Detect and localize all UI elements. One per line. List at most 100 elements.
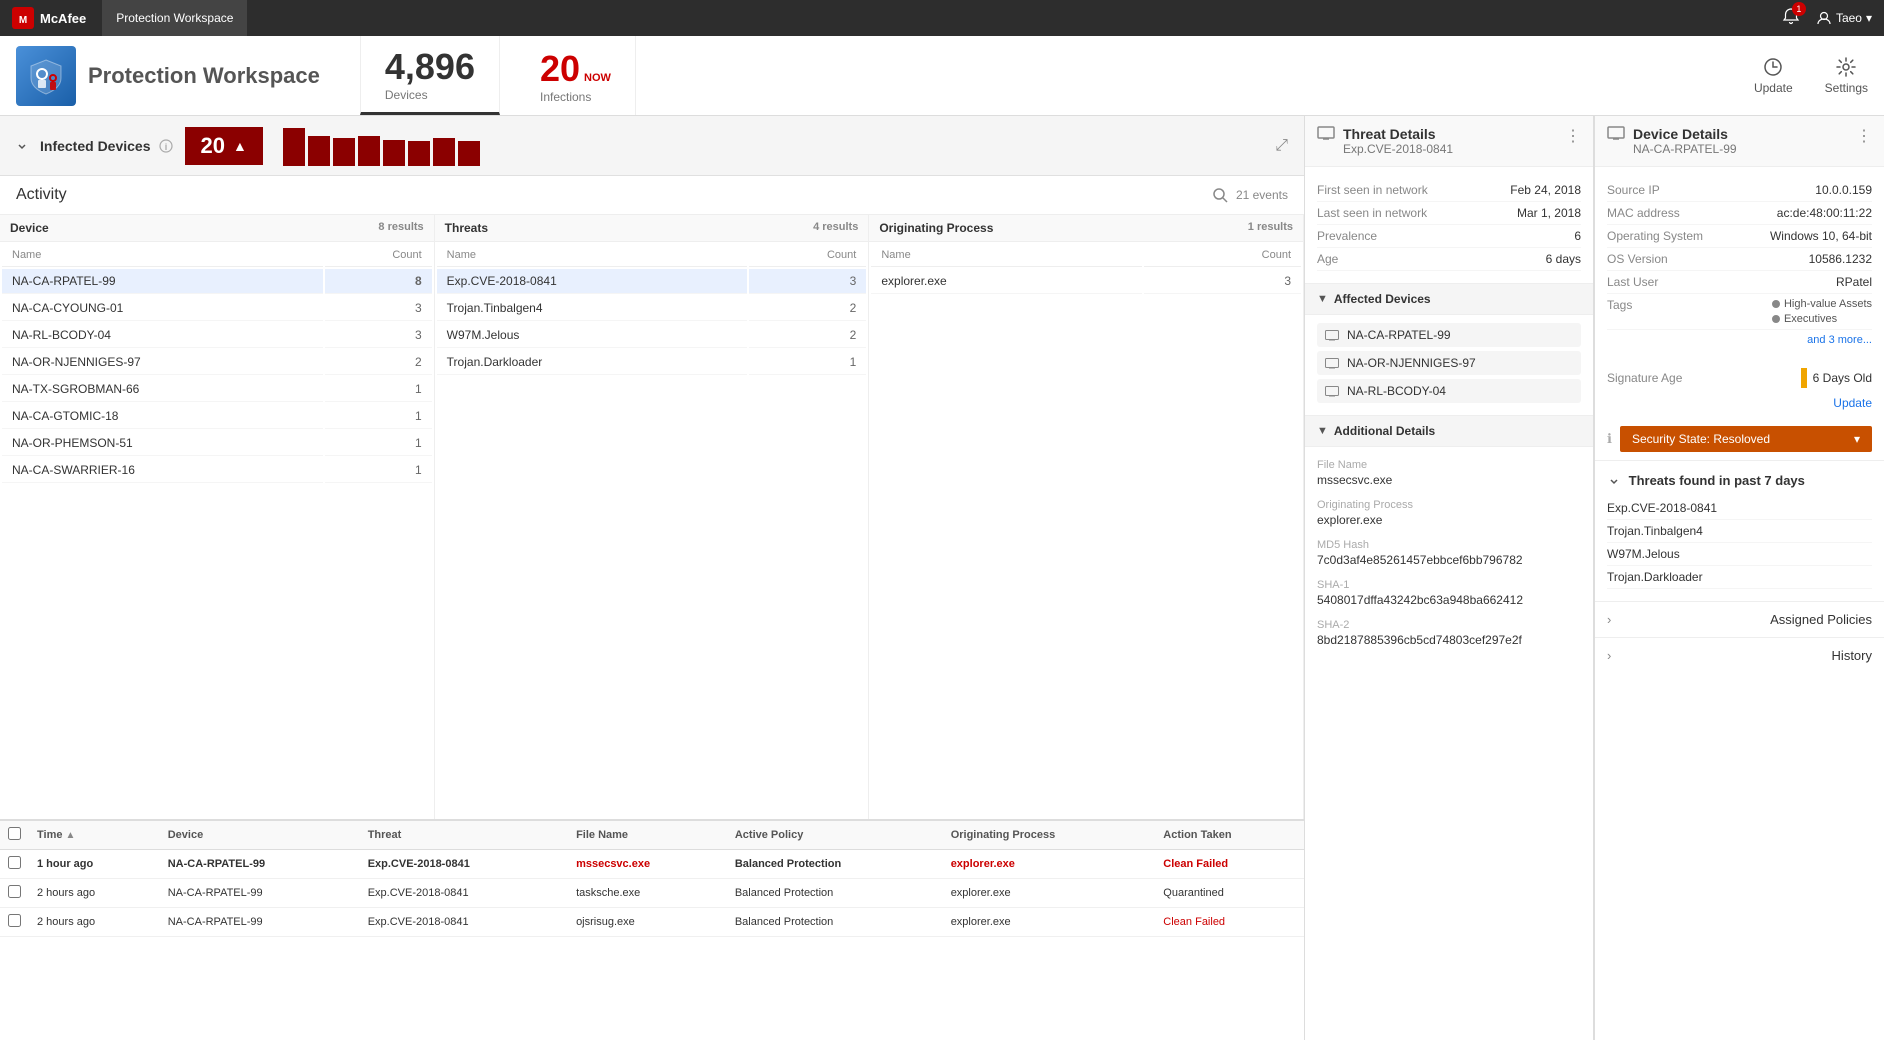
security-state-button[interactable]: Security State: Resoloved ▾ xyxy=(1620,426,1872,452)
log-policy-header: Active Policy xyxy=(727,821,943,850)
md5-label: MD5 Hash xyxy=(1317,539,1581,551)
history-section[interactable]: › History xyxy=(1595,637,1884,673)
brand-logo: M McAfee xyxy=(12,7,86,29)
log-row[interactable]: 1 hour ago NA-CA-RPATEL-99 Exp.CVE-2018-… xyxy=(0,850,1304,879)
file-name-group: File Name mssecsvc.exe xyxy=(1317,459,1581,487)
threat-7day-item[interactable]: W97M.Jelous xyxy=(1607,543,1872,566)
mac-row: MAC address ac:de:48:00:11:22 xyxy=(1607,202,1872,225)
log-row-checkbox-cell[interactable] xyxy=(0,879,29,908)
threat-panel-more-button[interactable]: ⋮ xyxy=(1565,126,1581,146)
device-col-title: Device xyxy=(10,221,49,235)
device-row[interactable]: NA-CA-GTOMIC-181 xyxy=(2,404,432,429)
device-row[interactable]: NA-TX-SGROBMAN-661 xyxy=(2,377,432,402)
log-process-cell: explorer.exe xyxy=(943,879,1156,908)
log-policy-cell: Balanced Protection xyxy=(727,908,943,937)
threat-count-cell: 2 xyxy=(749,296,867,321)
additional-details-section-header[interactable]: ▼ Additional Details xyxy=(1305,415,1593,447)
chart-bar xyxy=(433,138,455,166)
threat-7day-item[interactable]: Trojan.Tinbalgen4 xyxy=(1607,520,1872,543)
user-dropdown-icon: ▾ xyxy=(1866,11,1872,25)
threat-7day-item[interactable]: Exp.CVE-2018-0841 xyxy=(1607,497,1872,520)
log-row[interactable]: 2 hours ago NA-CA-RPATEL-99 Exp.CVE-2018… xyxy=(0,908,1304,937)
sha2-value: 8bd2187885396cb5cd74803cef297e2f xyxy=(1317,633,1581,647)
device-name-cell: NA-OR-PHEMSON-51 xyxy=(2,431,323,456)
additional-details-chevron: ▼ xyxy=(1317,425,1328,437)
update-icon xyxy=(1763,57,1783,77)
log-row-checkbox-cell[interactable] xyxy=(0,850,29,879)
info-icon[interactable]: i xyxy=(159,139,173,153)
infections-count: 20 xyxy=(540,48,580,90)
device-row[interactable]: NA-RL-BCODY-043 xyxy=(2,323,432,348)
log-time-cell: 1 hour ago xyxy=(29,850,160,879)
security-state-info-icon[interactable]: ℹ xyxy=(1607,431,1612,447)
update-button[interactable]: Update xyxy=(1754,57,1793,95)
device-row[interactable]: NA-CA-SWARRIER-161 xyxy=(2,458,432,483)
monitor-icon xyxy=(1317,126,1335,140)
threat-row[interactable]: W97M.Jelous2 xyxy=(437,323,867,348)
threat-panel-subtitle: Exp.CVE-2018-0841 xyxy=(1343,142,1453,156)
infected-devices-title: Infected Devices i xyxy=(40,138,173,154)
originating-process-value: explorer.exe xyxy=(1317,513,1581,527)
expand-icon[interactable]: ⤢ xyxy=(1275,137,1288,155)
device-icon xyxy=(1325,358,1339,369)
threats-expand-icon xyxy=(1607,475,1621,489)
device-name-cell: NA-CA-GTOMIC-18 xyxy=(2,404,323,429)
log-device-cell: NA-CA-RPATEL-99 xyxy=(160,879,360,908)
threat-row[interactable]: Exp.CVE-2018-08413 xyxy=(437,269,867,294)
last-user-row: Last User RPatel xyxy=(1607,271,1872,294)
search-icon[interactable] xyxy=(1212,187,1228,203)
device-panel-header: Device Details NA-CA-RPATEL-99 ⋮ xyxy=(1595,116,1884,167)
log-row-checkbox[interactable] xyxy=(8,885,21,898)
device-row[interactable]: NA-OR-NJENNIGES-972 xyxy=(2,350,432,375)
user-menu[interactable]: Taeo ▾ xyxy=(1816,10,1872,26)
log-file-cell: ojsrisug.exe xyxy=(568,908,727,937)
header: Protection Workspace 4,896 Devices 20 NO… xyxy=(0,36,1884,116)
threat-row[interactable]: Trojan.Tinbalgen42 xyxy=(437,296,867,321)
device-details-grid: Source IP 10.0.0.159 MAC address ac:de:4… xyxy=(1595,167,1884,360)
device-panel: Device Details NA-CA-RPATEL-99 ⋮ Source … xyxy=(1594,116,1884,1040)
source-ip-row: Source IP 10.0.0.159 xyxy=(1607,179,1872,202)
affected-device-item[interactable]: NA-OR-NJENNIGES-97 xyxy=(1317,351,1581,375)
workspace-tab[interactable]: Protection Workspace xyxy=(102,0,247,36)
log-row-checkbox[interactable] xyxy=(8,914,21,927)
history-label: History xyxy=(1832,648,1872,663)
collapse-icon[interactable] xyxy=(16,140,28,152)
affected-device-item[interactable]: NA-CA-RPATEL-99 xyxy=(1317,323,1581,347)
notification-button[interactable]: 1 xyxy=(1782,8,1800,29)
os-version-label: OS Version xyxy=(1607,252,1697,266)
process-row[interactable]: explorer.exe3 xyxy=(871,269,1301,294)
log-row-checkbox[interactable] xyxy=(8,856,21,869)
affected-devices-section-header[interactable]: ▼ Affected Devices xyxy=(1305,283,1593,315)
process-results: 1 results xyxy=(1248,221,1293,235)
threats-col-title: Threats xyxy=(445,221,488,235)
log-select-all[interactable] xyxy=(8,827,21,840)
activity-section: Activity 21 events Device 8 results xyxy=(0,176,1304,1040)
infections-stat[interactable]: 20 NOW Infections xyxy=(516,36,636,115)
device-panel-more-button[interactable]: ⋮ xyxy=(1856,126,1872,146)
log-time-header: Time ▲ xyxy=(29,821,160,850)
log-device-cell: NA-CA-RPATEL-99 xyxy=(160,850,360,879)
activity-header: Activity 21 events xyxy=(0,176,1304,215)
device-row[interactable]: NA-CA-CYOUNG-013 xyxy=(2,296,432,321)
device-column: Device 8 results Name Count NA-CA-RPATEL… xyxy=(0,215,435,819)
last-user-value: RPatel xyxy=(1836,275,1872,289)
threat-7day-item[interactable]: Trojan.Darkloader xyxy=(1607,566,1872,589)
device-name-cell: NA-CA-CYOUNG-01 xyxy=(2,296,323,321)
originating-process-label: Originating Process xyxy=(1317,499,1581,511)
threat-details-grid: First seen in network Feb 24, 2018 Last … xyxy=(1305,167,1593,283)
settings-button[interactable]: Settings xyxy=(1825,57,1868,95)
assigned-policies-section[interactable]: › Assigned Policies xyxy=(1595,601,1884,637)
and-more[interactable]: and 3 more... xyxy=(1807,334,1872,346)
devices-stat[interactable]: 4,896 Devices xyxy=(360,36,500,115)
left-panel: Infected Devices i 20 ▲ ⤢ xyxy=(0,116,1304,1040)
threat-row[interactable]: Trojan.Darkloader1 xyxy=(437,350,867,375)
device-row[interactable]: NA-CA-RPATEL-998 xyxy=(2,269,432,294)
log-action-header: Action Taken xyxy=(1155,821,1304,850)
device-row[interactable]: NA-OR-PHEMSON-511 xyxy=(2,431,432,456)
log-row-checkbox-cell[interactable] xyxy=(0,908,29,937)
update-link[interactable]: Update xyxy=(1833,396,1872,410)
signature-age-value-area: 6 Days Old xyxy=(1801,368,1872,388)
affected-device-item[interactable]: NA-RL-BCODY-04 xyxy=(1317,379,1581,403)
log-row[interactable]: 2 hours ago NA-CA-RPATEL-99 Exp.CVE-2018… xyxy=(0,879,1304,908)
chart-bars xyxy=(283,126,480,166)
